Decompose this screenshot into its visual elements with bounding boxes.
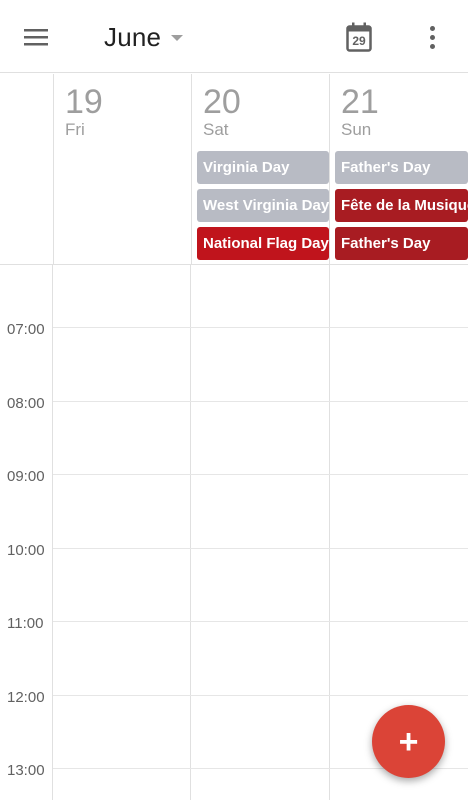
menu-button[interactable] (14, 17, 58, 57)
day-number: 20 (203, 83, 241, 121)
hour-label: 08:00 (7, 395, 45, 412)
hour-line (53, 621, 468, 622)
event-chip[interactable]: Virginia Day (197, 151, 329, 184)
app-toolbar: June 29 (0, 0, 468, 73)
hour-line (53, 548, 468, 549)
all-day-header: 19 Fri 20 Sat 21 Sun Virginia Day West V… (0, 74, 468, 265)
hour-line (53, 474, 468, 475)
plus-icon: + (398, 722, 419, 761)
hour-line (53, 401, 468, 402)
hour-label: 12:00 (7, 689, 45, 706)
event-chip[interactable]: National Flag Day (197, 227, 329, 260)
event-chip[interactable]: Father's Day (335, 227, 468, 260)
hour-line (53, 695, 468, 696)
more-options-button[interactable] (412, 17, 452, 57)
day-number: 21 (341, 83, 379, 121)
hamburger-menu-icon (24, 29, 48, 46)
day-number: 19 (65, 83, 103, 121)
hour-label: 13:00 (7, 762, 45, 779)
grid-divider (190, 265, 191, 800)
day-name: Sun (341, 120, 372, 139)
overflow-dot-icon (429, 25, 435, 31)
grid-divider (52, 265, 53, 800)
hour-label: 11:00 (7, 615, 44, 632)
today-button[interactable]: 29 (338, 16, 380, 58)
hour-label: 10:00 (7, 542, 45, 559)
event-chip[interactable]: Fête de la Musique (335, 189, 468, 222)
today-date-number: 29 (352, 34, 366, 48)
create-event-button[interactable]: + (372, 705, 445, 778)
event-chip[interactable]: Father's Day (335, 151, 468, 184)
month-label: June (104, 21, 162, 52)
month-selector[interactable]: June (104, 20, 184, 54)
hour-label: 07:00 (7, 321, 45, 338)
hour-label: 09:00 (7, 468, 45, 485)
overflow-dot-icon (429, 43, 435, 49)
day-name: Fri (65, 120, 85, 139)
calendar-today-icon: 29 (346, 22, 372, 52)
day-name: Sat (203, 120, 229, 139)
event-chip[interactable]: West Virginia Day (197, 189, 329, 222)
hour-line (53, 327, 468, 328)
day-column-header[interactable]: 19 Fri (53, 74, 191, 265)
chevron-down-icon (171, 35, 184, 41)
grid-divider (329, 265, 330, 800)
overflow-dot-icon (429, 34, 435, 40)
